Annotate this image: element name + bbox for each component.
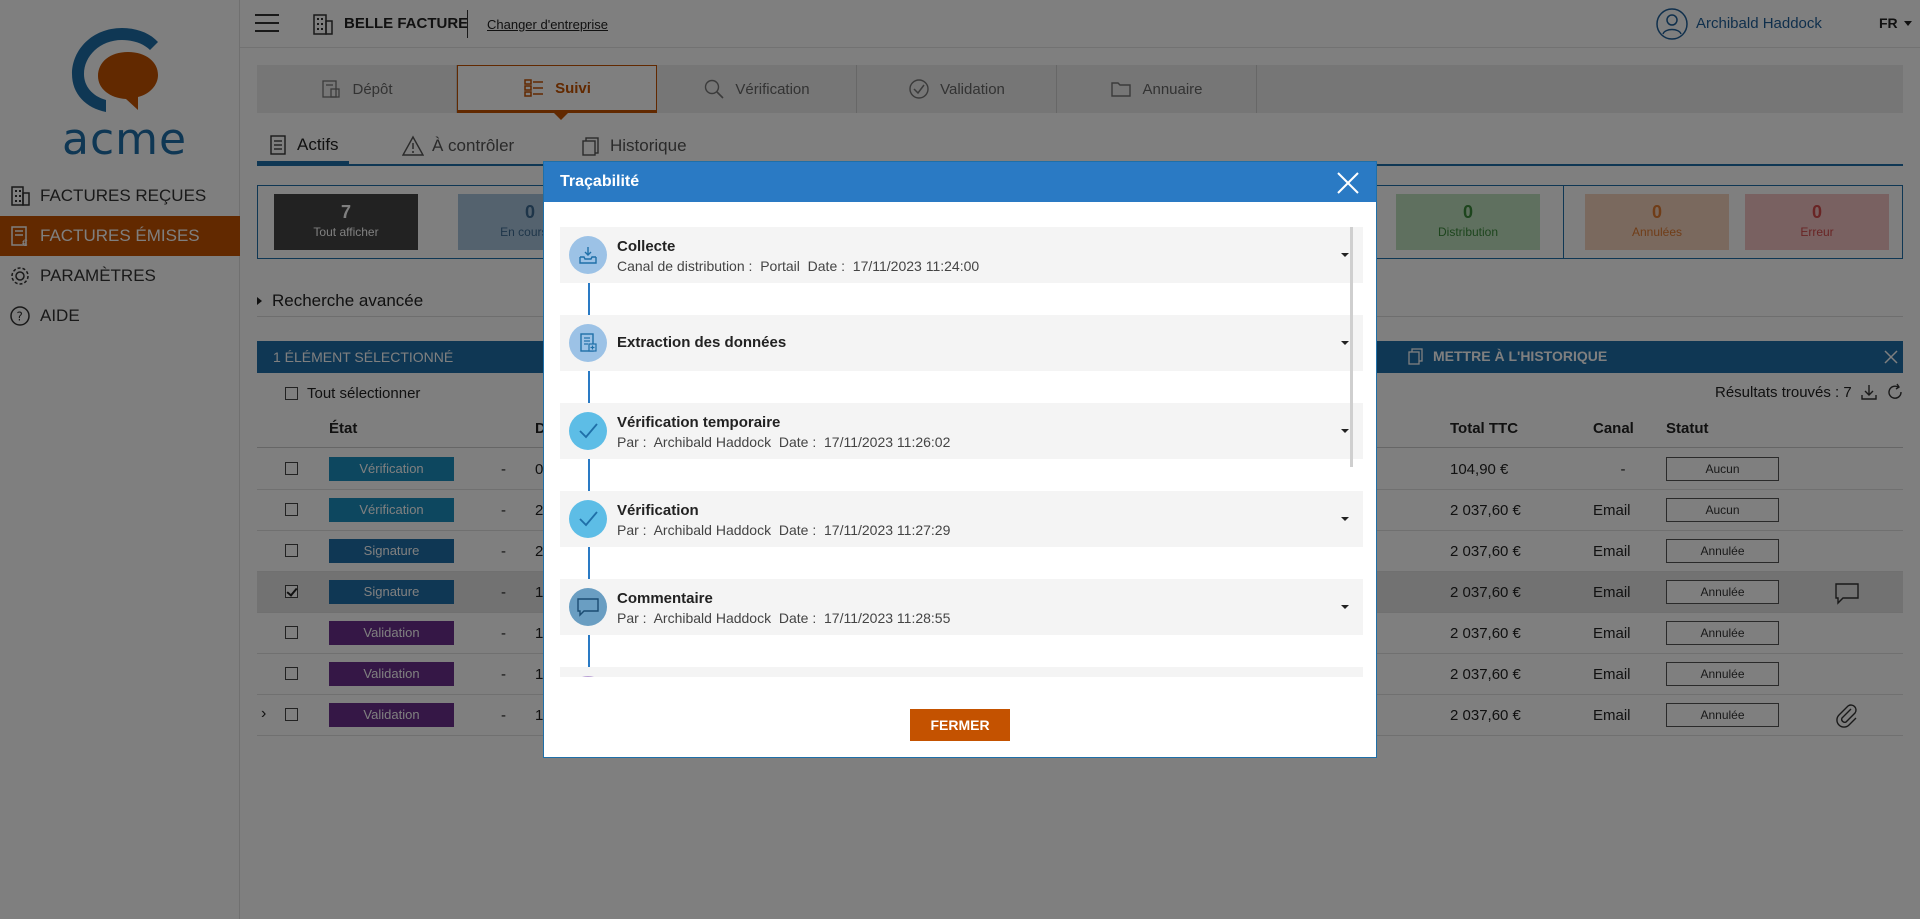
close-icon[interactable] <box>1335 170 1361 196</box>
chevron-down-icon[interactable] <box>1341 341 1349 345</box>
scrollbar[interactable] <box>1350 227 1353 467</box>
timeline-step-verification-temporaire[interactable]: Vérification temporaire Par : Archibald … <box>560 403 1363 459</box>
step-title: Extraction des données <box>617 334 787 351</box>
timeline-step-verification[interactable]: Vérification Par : Archibald Haddock Dat… <box>560 491 1363 547</box>
inbox-download-icon <box>569 236 607 274</box>
step-title: Commentaire <box>617 590 713 607</box>
step-detail: Par : Archibald Haddock Date : 17/11/202… <box>617 610 951 626</box>
modal-title: Traçabilité <box>560 173 640 190</box>
chevron-down-icon[interactable] <box>1341 429 1349 433</box>
checkmark-icon <box>569 500 607 538</box>
timeline-connector <box>588 635 590 667</box>
timeline-step-collecte[interactable]: Collecte Canal de distribution : Portail… <box>560 227 1363 283</box>
timeline-connector <box>588 283 590 315</box>
timeline-step-extraction[interactable]: Extraction des données <box>560 315 1363 371</box>
step-title: Vérification temporaire <box>617 414 781 431</box>
step-detail: Canal de distribution : Portail Date : 1… <box>617 258 980 274</box>
traceability-modal: Traçabilité Collecte Canal de distributi… <box>543 161 1377 758</box>
timeline-connector <box>588 547 590 579</box>
timeline-list[interactable]: Collecte Canal de distribution : Portail… <box>560 227 1363 677</box>
chevron-down-icon[interactable] <box>1341 605 1349 609</box>
modal-header: Traçabilité <box>544 162 1376 202</box>
document-extract-icon <box>569 324 607 362</box>
comment-icon <box>569 588 607 626</box>
timeline-connector <box>588 459 590 491</box>
step-detail: Par : Archibald Haddock Date : 17/11/202… <box>617 434 951 450</box>
chevron-down-icon[interactable] <box>1341 253 1349 257</box>
timeline-step-partial[interactable] <box>560 667 1363 677</box>
step-title: Vérification <box>617 502 699 519</box>
close-modal-button[interactable]: FERMER <box>910 709 1010 741</box>
timeline-step-commentaire[interactable]: Commentaire Par : Archibald Haddock Date… <box>560 579 1363 635</box>
checkmark-icon <box>569 412 607 450</box>
chevron-down-icon[interactable] <box>1341 517 1349 521</box>
timeline-connector <box>588 371 590 403</box>
step-detail: Par : Archibald Haddock Date : 17/11/202… <box>617 522 951 538</box>
step-title: Collecte <box>617 238 676 255</box>
step-icon <box>569 676 607 677</box>
